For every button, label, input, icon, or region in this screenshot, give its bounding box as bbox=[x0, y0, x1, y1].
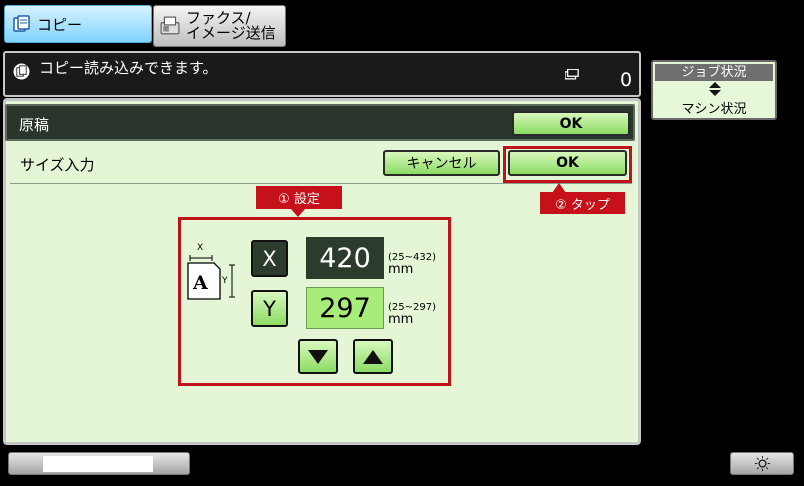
status-bar: コピー読み込みできます。 0 bbox=[3, 51, 641, 97]
callout-step1-pointer bbox=[291, 209, 305, 217]
original-row: 原稿 OK bbox=[5, 104, 635, 141]
paper-icon-letter: A bbox=[193, 272, 208, 294]
x-dimension-button[interactable]: X bbox=[251, 240, 288, 277]
paper-icon-y: Y bbox=[222, 276, 228, 286]
callout-step2-tap: ② タップ bbox=[540, 192, 625, 214]
copy-status-icon bbox=[13, 63, 30, 80]
y-value-field[interactable]: 297 bbox=[306, 287, 384, 329]
job-status-label: ジョブ状況 bbox=[655, 64, 773, 81]
tab-fax-label-line2: イメージ送信 bbox=[186, 24, 276, 42]
y-unit-label: mm bbox=[388, 312, 414, 327]
arrow-up-icon bbox=[363, 349, 383, 364]
callout-step1-set: ① 設定 bbox=[256, 186, 342, 209]
progress-bar bbox=[8, 452, 190, 475]
tab-copy-label: コピー bbox=[37, 15, 83, 34]
size-input-label: サイズ入力 bbox=[20, 156, 95, 174]
original-ok-button[interactable]: OK bbox=[512, 111, 630, 136]
machine-status-label: マシン状況 bbox=[681, 102, 747, 117]
decrement-button[interactable] bbox=[298, 339, 338, 374]
paper-size-diagram-icon: X Y A bbox=[186, 243, 238, 301]
increment-button[interactable] bbox=[353, 339, 393, 374]
size-ok-button[interactable]: OK bbox=[508, 150, 627, 176]
tab-fax-image-send[interactable]: ファクス/ イメージ送信 bbox=[153, 5, 286, 47]
y-dimension-button[interactable]: Y bbox=[251, 290, 288, 327]
x-unit-label: mm bbox=[388, 262, 414, 277]
paper-icon-x: X bbox=[197, 243, 204, 253]
job-machine-status-button[interactable]: ジョブ状況 マシン状況 bbox=[651, 60, 777, 120]
original-label: 原稿 bbox=[19, 116, 50, 134]
fax-icon bbox=[160, 16, 180, 35]
tab-fax-label: ファクス/ イメージ送信 bbox=[186, 11, 276, 41]
job-queue-icon bbox=[565, 69, 579, 80]
arrow-down-icon bbox=[308, 349, 328, 364]
tab-copy[interactable]: コピー bbox=[4, 5, 152, 43]
toggle-arrows-icon bbox=[709, 82, 721, 96]
brightness-button[interactable] bbox=[730, 452, 794, 475]
progress-bar-fill bbox=[43, 456, 153, 472]
brightness-icon bbox=[754, 455, 770, 472]
x-value-field[interactable]: 420 bbox=[306, 237, 384, 279]
copy-count: 0 bbox=[620, 69, 633, 91]
cancel-button[interactable]: キャンセル bbox=[383, 150, 500, 176]
copy-icon bbox=[13, 15, 30, 32]
status-message: コピー読み込みできます。 bbox=[39, 59, 218, 77]
